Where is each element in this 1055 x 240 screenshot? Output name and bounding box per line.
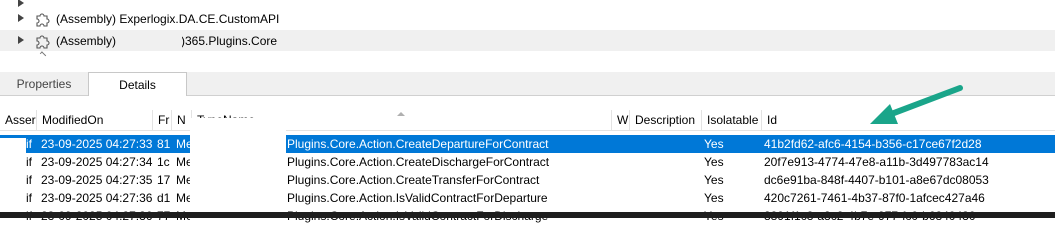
tree-row-plugins-core[interactable]: (Assembly) )365.Plugins.Core — [0, 30, 1055, 51]
taskbar-edge — [0, 212, 1055, 218]
column-header-modifiedon[interactable]: ModifiedOn — [37, 110, 153, 131]
cell-assembly: if — [26, 155, 32, 169]
cell-modified: 23-09-2025 04:27:35 — [41, 173, 153, 187]
cell-id: 20f7e913-4774-47e8-a11b-3d497783ac14 — [764, 155, 989, 169]
puzzle-icon — [36, 13, 50, 27]
table-row[interactable]: if 23-09-2025 04:27:33 81 Me Plugins.Core.Ac… — [0, 135, 1055, 153]
column-header-n[interactable]: N — [172, 110, 192, 131]
assembly-tree: (Assembly) Experlogix.DA.CE.CustomAPI (A… — [0, 0, 1055, 72]
chevron-right-icon[interactable] — [18, 14, 24, 22]
cell-modified: 23-09-2025 04:27:33 — [41, 137, 153, 151]
chevron-right-icon[interactable] — [18, 36, 24, 44]
cell-type: Plugins.Core.Action.CreateTransferForCon… — [287, 173, 540, 187]
tab-details[interactable]: Details — [88, 72, 187, 97]
puzzle-icon — [36, 35, 50, 49]
table-row[interactable]: if 23-09-2025 04:27:34 1c Me Plugins.Core.Ac… — [0, 153, 1055, 171]
column-header-description[interactable]: Description — [630, 110, 702, 131]
cell-w — [612, 153, 630, 171]
redaction — [190, 118, 286, 222]
cell-n: Me — [176, 137, 192, 151]
column-header-fr[interactable]: Fr — [153, 110, 172, 131]
cell-id: dc6e91ba-848f-4407-b101-a8e67dc08053 — [764, 173, 989, 187]
cell-modified: 23-09-2025 04:27:34 — [41, 155, 153, 169]
cell-iso: Yes — [704, 173, 724, 187]
cell-w — [612, 171, 630, 189]
tree-label: (Assembly) — [56, 33, 117, 48]
cell-desc — [630, 135, 702, 153]
cell-w — [612, 135, 630, 153]
cell-assembly: if — [26, 191, 32, 205]
cell-fr: 81 — [157, 137, 171, 151]
cell-id: 41b2fd62-afc6-4154-b356-c17ce67f2d28 — [764, 137, 982, 151]
tree-row-partial-bottom[interactable] — [0, 51, 1055, 73]
cell-w — [612, 189, 630, 207]
cell-n: Me — [176, 173, 192, 187]
cell-fr: 1c — [157, 155, 170, 169]
cell-modified: 23-09-2025 04:27:36 — [41, 191, 153, 205]
cell-id: 420c7261-7461-4b37-87f0-1afcec427a46 — [764, 191, 985, 205]
cell-assembly: if — [26, 173, 32, 187]
cell-desc — [630, 153, 702, 171]
cell-desc — [630, 189, 702, 207]
cell-n: Me — [176, 191, 192, 205]
cell-iso: Yes — [704, 155, 724, 169]
tree-label-suffix: )365.Plugins.Core — [181, 33, 278, 48]
cell-type: Plugins.Core.Action.CreateDischargeForCo… — [287, 155, 550, 169]
tab-properties[interactable]: Properties — [0, 72, 88, 96]
cell-iso: Yes — [704, 191, 724, 205]
arrow-icon — [870, 85, 963, 124]
column-header-isolatable[interactable]: Isolatable — [702, 110, 762, 131]
table-row[interactable]: if 23-09-2025 04:27:35 17 Me Plugins.Core.Ac… — [0, 171, 1055, 189]
cell-n: Me — [176, 155, 192, 169]
sort-ascending-icon — [397, 112, 405, 116]
redaction — [116, 32, 182, 48]
table-row[interactable]: if 23-09-2025 04:27:36 d1 Me Plugins.Core.Ac… — [0, 189, 1055, 207]
cell-type: Plugins.Core.Action.CreateDepartureForCo… — [287, 137, 549, 151]
cell-desc — [630, 171, 702, 189]
chevron-right-icon[interactable] — [18, 0, 24, 7]
column-header-w[interactable]: W — [612, 110, 630, 131]
tree-label: (Assembly) Experlogix.DA.CE.CustomAPI — [56, 11, 280, 26]
cell-type: Plugins.Core.Action.IsValidContractForDe… — [287, 191, 548, 205]
column-header-assembly[interactable]: Asser — [0, 110, 37, 131]
redaction — [0, 138, 26, 154]
chevron-up-icon — [39, 51, 47, 58]
cell-iso: Yes — [704, 137, 724, 151]
tree-row-customapi[interactable]: (Assembly) Experlogix.DA.CE.CustomAPI — [0, 8, 1055, 29]
cell-fr: 17 — [157, 173, 171, 187]
cell-fr: d1 — [157, 191, 171, 205]
